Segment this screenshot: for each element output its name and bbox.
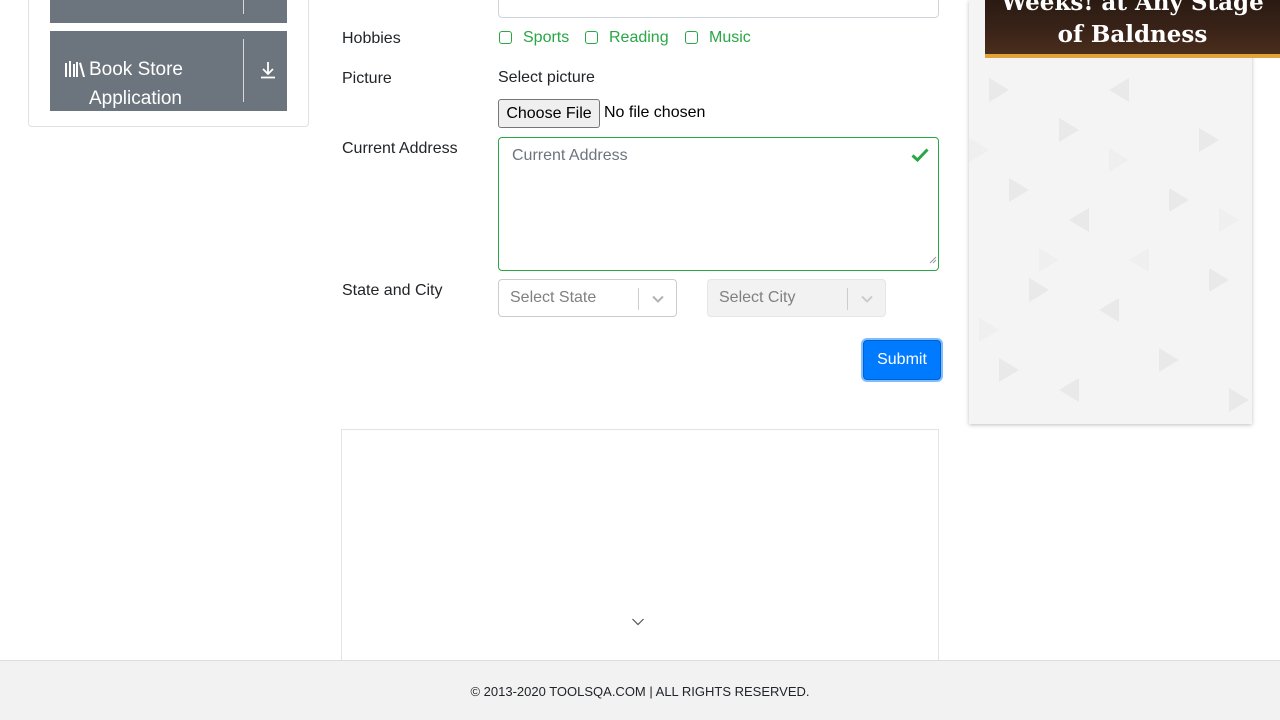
- address-placeholder: Current Address: [512, 147, 628, 164]
- city-select[interactable]: Select City: [707, 279, 886, 317]
- state-placeholder: Select State: [510, 289, 597, 306]
- divider: [638, 288, 639, 310]
- valid-check-icon: [911, 148, 929, 167]
- divider: [243, 0, 244, 14]
- file-status-text: No file chosen: [604, 104, 706, 121]
- download-arrow-icon[interactable]: [260, 61, 276, 84]
- city-placeholder: Select City: [719, 289, 796, 306]
- divider: [243, 39, 244, 102]
- checkbox-box[interactable]: [499, 31, 512, 44]
- hobbies-label: Hobbies: [342, 30, 401, 47]
- chevron-down-icon[interactable]: [860, 292, 874, 310]
- partial-input-field[interactable]: [498, 0, 939, 18]
- chevron-down-icon[interactable]: [631, 614, 645, 632]
- sidebar-group-book-store[interactable]: Book Store Application: [50, 31, 287, 111]
- ad-headline[interactable]: Weeks! at Any Stage of Baldness: [985, 0, 1280, 51]
- copyright-text: © 2013-2020 TOOLSQA.COM | ALL RIGHTS RES…: [470, 684, 810, 699]
- choose-file-button[interactable]: Choose File: [498, 99, 600, 128]
- picture-label: Picture: [342, 70, 392, 87]
- sidebar-group-label: Book Store Application: [89, 59, 183, 109]
- hobby-label[interactable]: Reading: [609, 29, 669, 47]
- picture-prompt: Select picture: [498, 69, 595, 86]
- checkbox-box[interactable]: [685, 31, 698, 44]
- ad-banner[interactable]: Weeks! at Any Stage of Baldness: [985, 0, 1280, 58]
- divider: [847, 288, 848, 310]
- footer: © 2013-2020 TOOLSQA.COM | ALL RIGHTS RES…: [0, 660, 1280, 720]
- hobby-label[interactable]: Sports: [523, 29, 569, 47]
- resize-handle-icon[interactable]: [929, 251, 937, 269]
- state-select[interactable]: Select State: [498, 279, 677, 317]
- side-advertisement[interactable]: [969, 0, 1252, 424]
- ad-frame: [341, 429, 939, 669]
- sidebar-group-previous[interactable]: [50, 0, 287, 23]
- book-shelf-icon: [65, 61, 85, 82]
- chevron-down-icon[interactable]: [651, 292, 665, 310]
- state-city-label: State and City: [342, 282, 443, 299]
- current-address-textarea[interactable]: Current Address: [498, 137, 939, 271]
- current-address-label: Current Address: [342, 140, 458, 157]
- ad-pattern-background: [969, 78, 1249, 412]
- checkbox-box[interactable]: [585, 31, 598, 44]
- hobby-label[interactable]: Music: [709, 29, 751, 47]
- submit-button[interactable]: Submit: [863, 340, 941, 380]
